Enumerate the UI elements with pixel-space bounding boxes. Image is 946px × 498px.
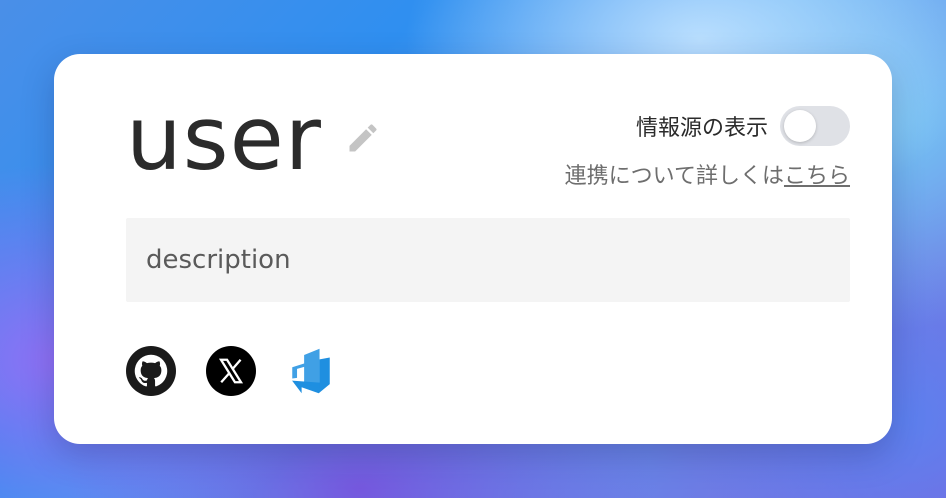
github-icon[interactable]: [126, 346, 176, 396]
integration-info: 連携について詳しくはこちら: [565, 158, 850, 190]
azure-devops-icon[interactable]: [286, 346, 336, 396]
x-icon[interactable]: [206, 346, 256, 396]
source-toggle[interactable]: [780, 106, 850, 146]
toggle-knob: [784, 110, 816, 142]
profile-card: user 情報源の表示 連携について詳しくはこちら description: [54, 54, 892, 444]
source-toggle-label: 情報源の表示: [635, 116, 768, 141]
source-toggle-row: 情報源の表示: [636, 106, 850, 146]
username-heading: user: [126, 87, 322, 190]
integration-text: 連携について詳しくは: [564, 164, 784, 189]
description-field[interactable]: description: [126, 218, 850, 302]
social-links: [126, 346, 366, 396]
pencil-icon[interactable]: [345, 120, 381, 156]
integration-link[interactable]: こちら: [784, 164, 850, 189]
